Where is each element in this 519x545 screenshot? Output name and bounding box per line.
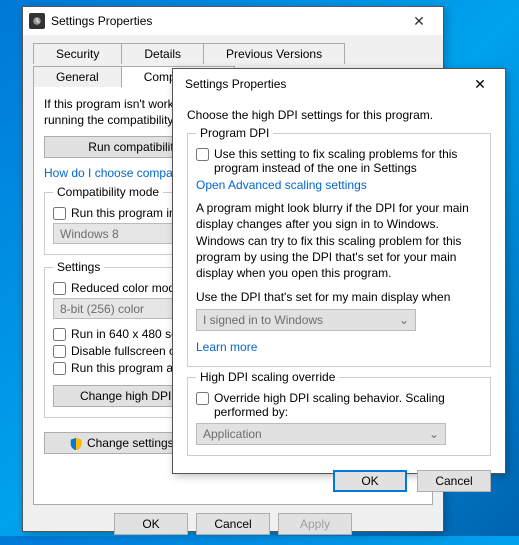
app-icon: [29, 13, 45, 29]
select-value: I signed in to Windows: [203, 313, 323, 327]
window-title: Settings Properties: [185, 77, 465, 91]
ok-button[interactable]: OK: [333, 470, 407, 492]
tab-previous-versions[interactable]: Previous Versions: [203, 43, 345, 64]
program-dpi-group: Program DPI Use this setting to fix scal…: [187, 133, 491, 366]
group-legend: Program DPI: [196, 126, 273, 140]
group-legend: Settings: [53, 260, 104, 274]
tab-general[interactable]: General: [33, 66, 122, 87]
checkbox-input[interactable]: [196, 392, 209, 405]
dialog-buttons: OK Cancel: [187, 470, 491, 492]
select-value: Windows 8: [60, 227, 119, 241]
cancel-button[interactable]: Cancel: [196, 513, 270, 535]
dialog-buttons: OK Cancel Apply: [33, 513, 433, 535]
titlebar[interactable]: Settings Properties ✕: [23, 7, 443, 35]
use-dpi-label: Use the DPI that's set for my main displ…: [196, 289, 482, 305]
tab-security[interactable]: Security: [33, 43, 122, 64]
chevron-down-icon: ⌄: [429, 427, 439, 441]
shield-icon: [69, 436, 83, 450]
select-value: 8-bit (256) color: [60, 302, 144, 316]
checkbox-input[interactable]: [53, 282, 66, 295]
advanced-scaling-link[interactable]: Open Advanced scaling settings: [196, 178, 367, 192]
dpi-when-select[interactable]: I signed in to Windows ⌄: [196, 309, 416, 331]
group-legend: High DPI scaling override: [196, 370, 339, 384]
select-value: Application: [203, 427, 262, 441]
chevron-down-icon: ⌄: [399, 313, 409, 327]
close-icon[interactable]: ✕: [465, 72, 495, 96]
override-group: High DPI scaling override Override high …: [187, 377, 491, 456]
checkbox-input[interactable]: [196, 148, 209, 161]
checkbox-label: Override high DPI scaling behavior. Scal…: [214, 391, 482, 419]
explanation-text: A program might look blurry if the DPI f…: [196, 200, 482, 281]
titlebar[interactable]: Settings Properties ✕: [173, 69, 505, 99]
checkbox-input[interactable]: [53, 362, 66, 375]
learn-more-link[interactable]: Learn more: [196, 340, 257, 354]
window-body: Choose the high DPI settings for this pr…: [173, 99, 505, 504]
checkbox-input[interactable]: [53, 207, 66, 220]
tab-details[interactable]: Details: [121, 43, 204, 64]
checkbox-label: Reduced color mode: [71, 281, 182, 295]
checkbox-input[interactable]: [53, 328, 66, 341]
override-checkbox[interactable]: Override high DPI scaling behavior. Scal…: [196, 391, 482, 419]
window-title: Settings Properties: [51, 14, 401, 28]
scaling-by-select[interactable]: Application ⌄: [196, 423, 446, 445]
checkbox-label: Use this setting to fix scaling problems…: [214, 147, 482, 175]
program-dpi-checkbox[interactable]: Use this setting to fix scaling problems…: [196, 147, 482, 175]
apply-button[interactable]: Apply: [278, 513, 352, 535]
close-icon[interactable]: ✕: [401, 9, 437, 33]
ok-button[interactable]: OK: [114, 513, 188, 535]
cancel-button[interactable]: Cancel: [417, 470, 491, 492]
checkbox-input[interactable]: [53, 345, 66, 358]
group-legend: Compatibility mode: [53, 185, 163, 199]
dpi-window: Settings Properties ✕ Choose the high DP…: [172, 68, 506, 474]
intro-text: Choose the high DPI settings for this pr…: [187, 107, 491, 123]
